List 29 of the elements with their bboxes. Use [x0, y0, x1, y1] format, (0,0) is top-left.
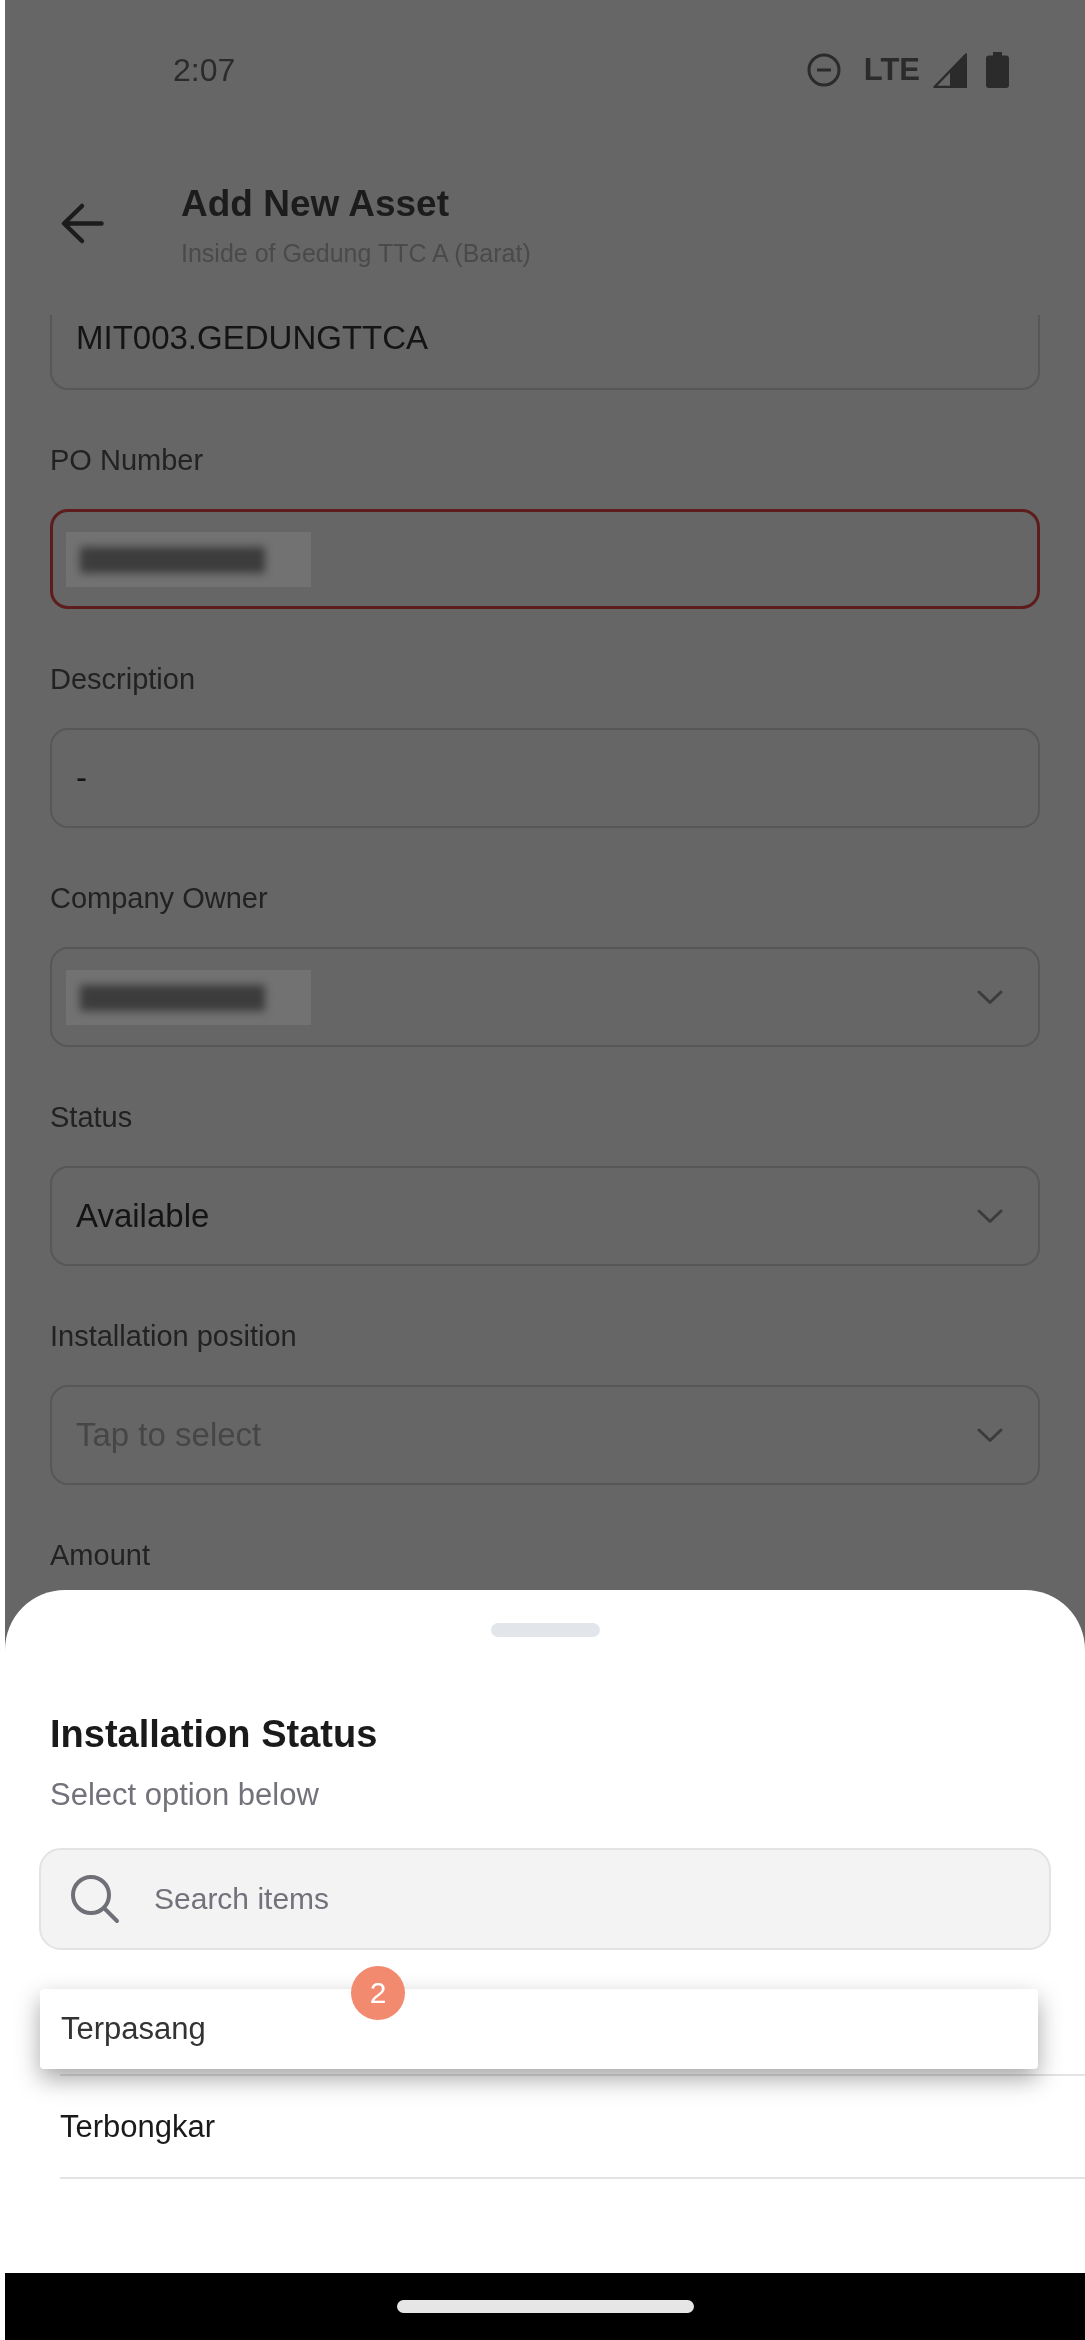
sheet-subtitle: Select option below	[50, 1776, 319, 1814]
back-button[interactable]	[60, 201, 104, 246]
step-marker: 2	[351, 1966, 405, 2020]
field-label: Installation position	[50, 1319, 297, 1354]
dropdown-field[interactable]: Available	[50, 1166, 1040, 1266]
dropdown-field[interactable]	[50, 947, 1040, 1047]
search-field[interactable]: Search items	[39, 1848, 1051, 1950]
field-label: Amount	[50, 1538, 150, 1573]
do-not-disturb-icon	[806, 53, 841, 87]
sheet-title: Installation Status	[50, 1712, 378, 1757]
field-label: Company Owner	[50, 881, 268, 916]
drag-handle[interactable]	[490, 1623, 600, 1637]
field-label: Status	[50, 1100, 133, 1135]
chevron-down-icon	[977, 1427, 1003, 1443]
text-field[interactable]	[50, 509, 1040, 609]
back-arrow-icon	[60, 201, 104, 246]
chevron-down-icon	[977, 1208, 1003, 1224]
battery-icon	[986, 52, 1009, 88]
chevron-down-icon	[977, 989, 1003, 1005]
text-field[interactable]: -	[50, 728, 1040, 828]
field-label: Description	[50, 662, 196, 697]
field-label: PO Number	[50, 443, 204, 478]
network-type: LTE	[863, 52, 920, 88]
text-field[interactable]: MIT003.GEDUNGTTCA	[50, 315, 1040, 390]
status-time: 2:07	[173, 51, 236, 90]
screen-title: Add New Asset	[181, 182, 449, 226]
option-item[interactable]: Terbongkar	[60, 2076, 1085, 2177]
search-icon	[69, 1873, 121, 1925]
signal-icon	[933, 52, 967, 88]
